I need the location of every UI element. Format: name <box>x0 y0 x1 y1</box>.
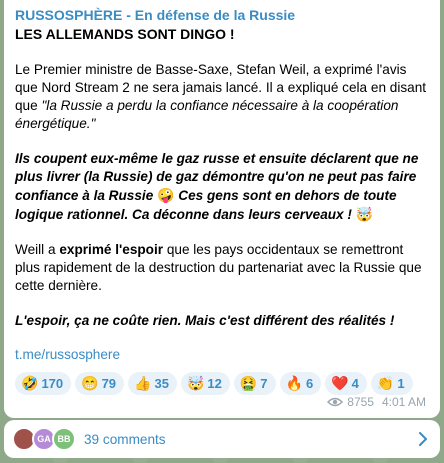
reactions-bar: 🤣 170 😁 79 👍 35 🤯 12 🤮 7 🔥 6 ❤️ 4 👏 1 <box>15 372 428 395</box>
clap-icon: 👏 <box>376 375 395 391</box>
reaction-count: 170 <box>41 376 64 391</box>
crazy-face-emoji: 🤪 <box>157 187 175 203</box>
reaction-count: 6 <box>305 376 314 391</box>
eye-icon <box>327 397 344 407</box>
paragraph-4: L'espoir, ça ne coûte rien. Mais c'est d… <box>15 313 395 328</box>
paragraph-3-text-a: Weill a <box>15 242 60 257</box>
reaction-count: 79 <box>101 376 117 391</box>
paragraph-3-bold: exprimé l'espoir <box>59 242 164 257</box>
rofl-icon: 🤣 <box>21 375 39 391</box>
post-time: 4:01 AM <box>381 395 426 409</box>
reaction-heart[interactable]: ❤️ 4 <box>325 372 367 395</box>
reaction-thumbs-up[interactable]: 👍 35 <box>128 372 177 395</box>
comments-count-label: 39 comments <box>84 431 166 447</box>
avatar: BB <box>52 427 76 451</box>
vomit-icon: 🤮 <box>239 375 258 391</box>
post-headline: LES ALLEMANDS SONT DINGO ! <box>15 26 235 42</box>
reaction-vomit[interactable]: 🤮 7 <box>233 372 276 395</box>
exploding-head-icon: 🤯 <box>186 375 205 391</box>
reaction-grin[interactable]: 😁 79 <box>75 372 125 395</box>
reaction-count: 12 <box>207 376 222 391</box>
channel-post: RUSSOSPHÈRE - En défense de la Russie LE… <box>4 0 440 418</box>
reaction-count: 7 <box>260 376 268 391</box>
thumbs-up-icon: 👍 <box>134 375 152 391</box>
reaction-clap[interactable]: 👏 1 <box>370 372 413 395</box>
view-count: 8755 <box>347 395 374 409</box>
heart-icon: ❤️ <box>331 375 349 391</box>
fire-icon: 🔥 <box>285 375 303 391</box>
reaction-exploding-head[interactable]: 🤯 12 <box>180 372 230 395</box>
reaction-count: 1 <box>397 376 405 391</box>
paragraph-2: Ils coupent eux-même le gaz russe et ens… <box>15 150 428 224</box>
channel-link[interactable]: t.me/russosphere <box>15 346 428 364</box>
reaction-rofl[interactable]: 🤣 170 <box>15 372 72 395</box>
reaction-count: 35 <box>154 376 169 391</box>
exploding-head-emoji: 🤯 <box>355 206 374 222</box>
post-meta: 8755 4:01 AM <box>327 395 426 409</box>
channel-name[interactable]: RUSSOSPHÈRE - En défense de la Russie <box>15 6 428 24</box>
paragraph-1: Le Premier ministre de Basse-Saxe, Stefa… <box>15 61 428 133</box>
reaction-count: 4 <box>351 376 359 391</box>
commenter-avatars: GA BB <box>12 426 78 452</box>
chevron-right-icon <box>419 432 427 446</box>
comments-button[interactable]: GA BB 39 comments <box>4 420 440 458</box>
grin-icon: 😁 <box>81 375 99 391</box>
paragraph-1-quote: "la Russie a perdu la confiance nécessai… <box>15 98 399 131</box>
paragraph-3: Weill a exprimé l'espoir que les pays oc… <box>15 241 428 295</box>
reaction-fire[interactable]: 🔥 6 <box>279 372 322 395</box>
